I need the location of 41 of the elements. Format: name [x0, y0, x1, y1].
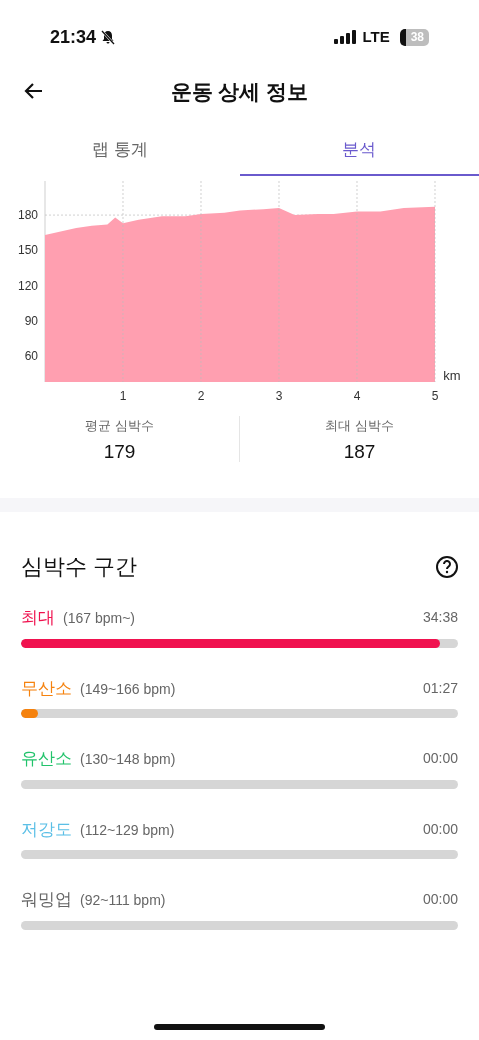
stat-label: 최대 심박수	[325, 417, 394, 435]
zone-range: (130~148 bpm)	[80, 750, 176, 769]
axis-tick-label: 3	[275, 389, 283, 402]
axis-tick-label: 4	[353, 389, 361, 402]
axis-tick-label: 1	[119, 389, 127, 402]
question-mark-icon	[442, 559, 452, 574]
battery-indicator: 38	[399, 28, 429, 46]
page-title: 운동 상세 정보	[170, 79, 309, 106]
stat-label: 평균 심박수	[85, 417, 154, 435]
stat-value: 187	[343, 439, 376, 464]
stat-value: 179	[103, 439, 136, 464]
muted-bell-icon	[100, 29, 117, 45]
status-time: 21:34	[50, 25, 97, 49]
axis-tick-label: 150	[17, 243, 38, 258]
tab[interactable]: 랩 통계	[0, 126, 240, 176]
axis-unit-label: km	[443, 368, 461, 383]
tab[interactable]: 분석	[239, 126, 479, 176]
axis-tick-label: 60	[24, 349, 38, 364]
zone-range: (149~166 bpm)	[80, 679, 176, 699]
axis-tick-label: 90	[24, 313, 38, 328]
zone-time: 00:00	[422, 749, 458, 769]
zone-name: 워밍업	[21, 889, 72, 911]
zone-time: 00:00	[422, 890, 458, 910]
zone-name: 유산소	[21, 748, 72, 770]
zone-time: 01:27	[422, 678, 458, 698]
zone-range: (92~111 bpm)	[80, 891, 166, 910]
zone-name: 무산소	[21, 677, 72, 700]
zone-range: (167 bpm~)	[63, 609, 135, 628]
zone-time: 34:38	[422, 608, 458, 628]
axis-tick-label: 120	[17, 278, 38, 293]
zone-name: 최대	[21, 607, 55, 629]
signal-icon	[334, 30, 357, 44]
help-button[interactable]	[436, 555, 458, 578]
axis-tick-label: 180	[17, 208, 38, 223]
zone-time: 00:00	[422, 819, 458, 839]
network-label: LTE	[362, 26, 390, 47]
axis-tick-label: 5	[431, 389, 439, 402]
axis-tick-label: 2	[197, 389, 205, 402]
zone-name: 저강도	[21, 818, 72, 841]
zone-range: (112~129 bpm)	[80, 820, 175, 840]
section-title: 심박수 구간	[21, 553, 138, 581]
